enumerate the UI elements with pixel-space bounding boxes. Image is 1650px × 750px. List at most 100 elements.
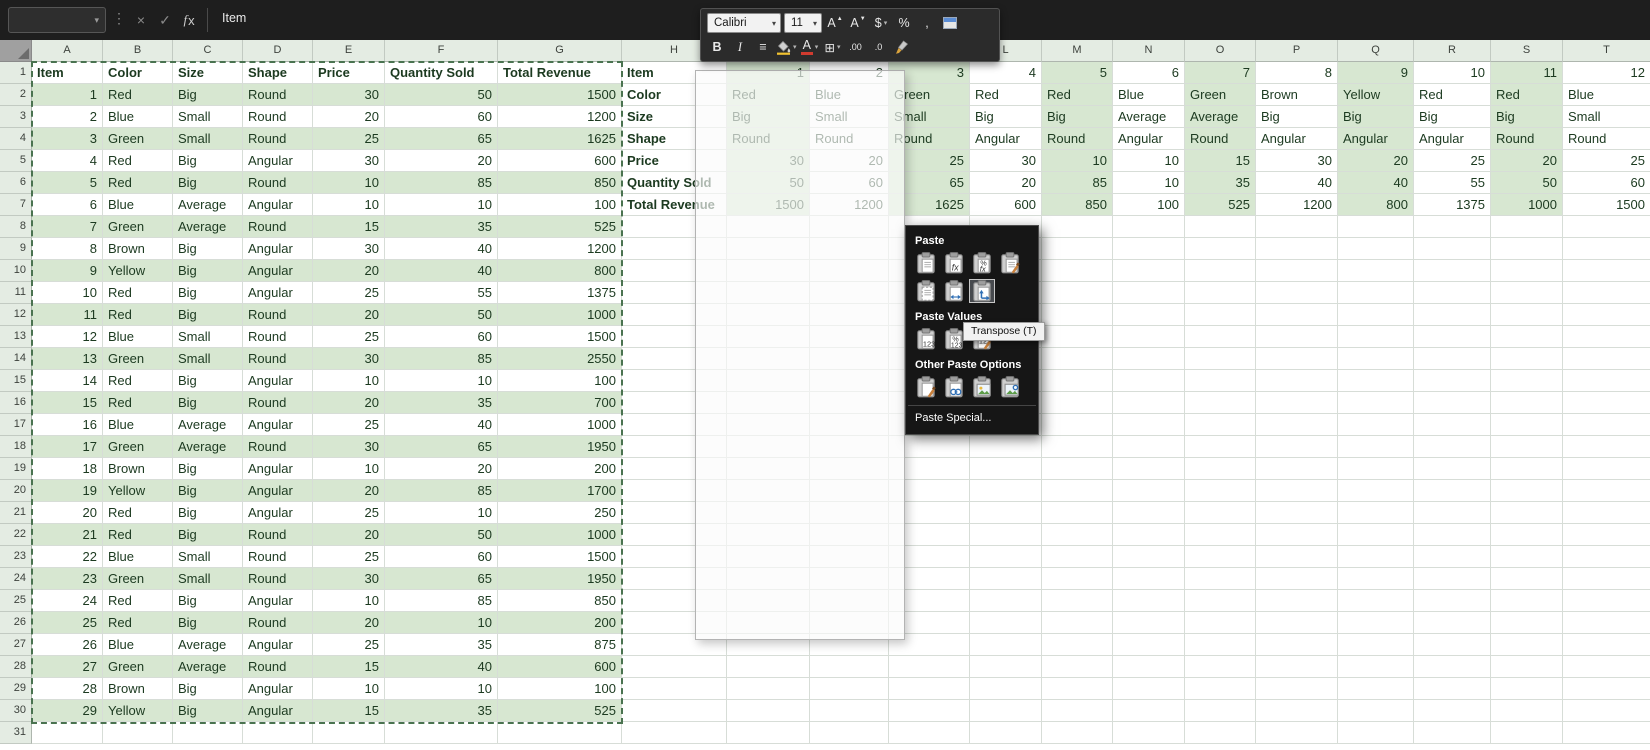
cell[interactable]	[1338, 392, 1414, 414]
paste-formatting-icon[interactable]	[913, 375, 939, 399]
cell[interactable]: Small	[173, 546, 243, 568]
cell[interactable]: 1500	[498, 326, 622, 348]
cell[interactable]: 800	[498, 260, 622, 282]
cell[interactable]: 1950	[498, 568, 622, 590]
cell[interactable]: Round	[1185, 128, 1256, 150]
cell[interactable]	[970, 612, 1042, 634]
cell[interactable]	[1491, 348, 1563, 370]
cell[interactable]: 15	[313, 656, 385, 678]
cell[interactable]: Blue	[103, 414, 173, 436]
cell[interactable]	[1563, 326, 1650, 348]
cell[interactable]	[1042, 634, 1113, 656]
cell[interactable]: Round	[243, 304, 313, 326]
paste-keep-source-column-widths-icon[interactable]	[941, 279, 967, 303]
cell[interactable]: Average	[1113, 106, 1185, 128]
cell[interactable]	[1491, 304, 1563, 326]
cell[interactable]: Green	[1185, 84, 1256, 106]
cell[interactable]	[1042, 700, 1113, 722]
cell[interactable]	[1042, 348, 1113, 370]
cell[interactable]	[1491, 502, 1563, 524]
row-header[interactable]: 10	[0, 260, 32, 282]
cell[interactable]: Blue	[103, 106, 173, 128]
row-header[interactable]: 30	[0, 700, 32, 722]
cell[interactable]: 6	[32, 194, 103, 216]
cell[interactable]	[1338, 216, 1414, 238]
column-header[interactable]: C	[173, 40, 243, 62]
cell[interactable]	[1113, 656, 1185, 678]
cell[interactable]	[1491, 458, 1563, 480]
paste-no-borders-icon[interactable]	[913, 279, 939, 303]
cell[interactable]: 6	[1113, 62, 1185, 84]
cell[interactable]	[1185, 458, 1256, 480]
paste-formulas-icon[interactable]: fx	[941, 251, 967, 275]
cell[interactable]: 875	[498, 634, 622, 656]
cell[interactable]: Small	[173, 568, 243, 590]
cell[interactable]: 3	[32, 128, 103, 150]
cell[interactable]	[1042, 524, 1113, 546]
cell[interactable]: 10	[313, 172, 385, 194]
cell[interactable]	[313, 722, 385, 744]
cell[interactable]: Yellow	[103, 260, 173, 282]
cell[interactable]	[970, 436, 1042, 458]
cell[interactable]: 600	[498, 150, 622, 172]
cell[interactable]: 1000	[1491, 194, 1563, 216]
cell[interactable]	[1563, 634, 1650, 656]
cell[interactable]: 65	[385, 568, 498, 590]
cell[interactable]: Brown	[103, 238, 173, 260]
cell[interactable]	[1042, 480, 1113, 502]
cell[interactable]: 25	[1563, 150, 1650, 172]
column-header[interactable]: R	[1414, 40, 1491, 62]
cell[interactable]: 19	[32, 480, 103, 502]
cell[interactable]	[1414, 326, 1491, 348]
cell[interactable]	[32, 722, 103, 744]
cell[interactable]	[1414, 502, 1491, 524]
cell[interactable]	[1563, 700, 1650, 722]
cell[interactable]: 600	[498, 656, 622, 678]
cell[interactable]	[622, 722, 727, 744]
cell[interactable]	[385, 722, 498, 744]
cell[interactable]	[889, 678, 970, 700]
cell[interactable]	[1185, 480, 1256, 502]
cell[interactable]: Angular	[970, 128, 1042, 150]
enter-icon[interactable]: ✓	[154, 9, 176, 31]
cell[interactable]: Angular	[243, 282, 313, 304]
cell[interactable]	[1113, 238, 1185, 260]
cell[interactable]: Red	[103, 392, 173, 414]
row-header[interactable]: 26	[0, 612, 32, 634]
cell[interactable]	[1256, 216, 1338, 238]
cell[interactable]	[622, 700, 727, 722]
cell[interactable]	[1414, 436, 1491, 458]
cell[interactable]: 40	[385, 414, 498, 436]
cell[interactable]	[1563, 370, 1650, 392]
cell[interactable]: 40	[385, 656, 498, 678]
cell[interactable]	[970, 656, 1042, 678]
cell[interactable]	[1256, 304, 1338, 326]
row-header[interactable]: 21	[0, 502, 32, 524]
cell[interactable]: Big	[1414, 106, 1491, 128]
cell[interactable]: Average	[173, 634, 243, 656]
cell[interactable]: 30	[313, 84, 385, 106]
paste-values-icon[interactable]: 123	[913, 327, 939, 351]
paste-picture-icon[interactable]	[969, 375, 995, 399]
cell[interactable]	[1042, 458, 1113, 480]
decrease-decimal-button[interactable]: .0	[869, 37, 889, 57]
row-header[interactable]: 17	[0, 414, 32, 436]
cell[interactable]	[1256, 678, 1338, 700]
cell[interactable]	[1256, 326, 1338, 348]
cell[interactable]: 16	[32, 414, 103, 436]
cell[interactable]	[1414, 392, 1491, 414]
cell[interactable]	[1042, 656, 1113, 678]
cell[interactable]	[1042, 304, 1113, 326]
cell[interactable]	[889, 722, 970, 744]
cell[interactable]: Angular	[243, 414, 313, 436]
row-header[interactable]: 5	[0, 150, 32, 172]
cell[interactable]: 25	[1414, 150, 1491, 172]
cell[interactable]	[1185, 282, 1256, 304]
cell[interactable]: Red	[103, 172, 173, 194]
cell[interactable]: Round	[243, 172, 313, 194]
cell[interactable]: 30	[313, 348, 385, 370]
row-header[interactable]: 6	[0, 172, 32, 194]
cell[interactable]: 25	[313, 326, 385, 348]
cell[interactable]: 30	[313, 150, 385, 172]
cell[interactable]	[1256, 348, 1338, 370]
